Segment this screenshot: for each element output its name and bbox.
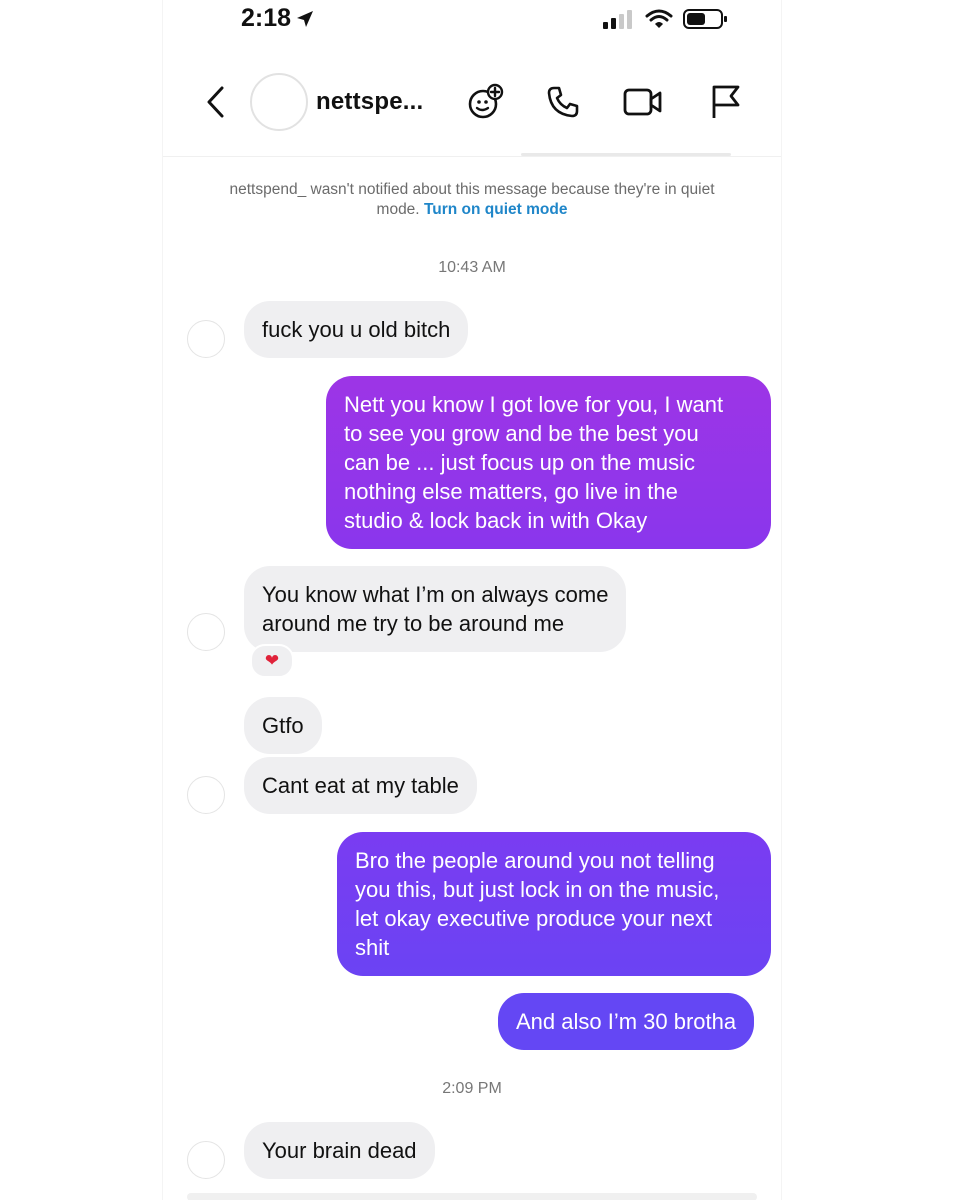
video-camera-icon <box>623 88 662 116</box>
timestamp: 10:43 AM <box>438 259 506 276</box>
wifi-icon <box>645 9 673 28</box>
status-time-text: 2:18 <box>241 4 292 32</box>
video-call-button[interactable] <box>623 82 663 122</box>
heart-reaction[interactable]: ❤ <box>250 644 294 678</box>
contact-avatar[interactable] <box>250 73 308 131</box>
sender-avatar[interactable] <box>187 320 225 358</box>
sender-avatar[interactable] <box>187 1141 225 1179</box>
chat-screen: 2:18 nettspe... nettspend_ wasn't notifi… <box>163 0 781 1200</box>
heart-icon: ❤ <box>264 651 280 670</box>
sticker-plus-icon <box>468 83 504 119</box>
call-button[interactable] <box>543 82 583 122</box>
chevron-left-icon <box>207 86 224 118</box>
chat-header: nettspe... <box>163 60 781 157</box>
received-message[interactable]: Gtfo <box>244 697 322 754</box>
received-message[interactable]: You know what I’m on always come around … <box>244 566 627 652</box>
status-time: 2:18 <box>241 4 315 33</box>
back-button[interactable] <box>201 82 229 122</box>
sent-message[interactable]: Nett you know I got love for you, I want… <box>326 376 771 549</box>
composer-edge <box>187 1193 757 1200</box>
scroll-hint <box>521 153 731 156</box>
sender-avatar[interactable] <box>187 613 225 651</box>
flag-icon <box>712 85 740 118</box>
sender-avatar[interactable] <box>187 776 225 814</box>
received-message[interactable]: Your brain dead <box>244 1122 435 1179</box>
cellular-signal-icon <box>603 10 632 29</box>
turn-on-quiet-mode-link[interactable]: Turn on quiet mode <box>424 201 568 218</box>
battery-icon <box>683 9 727 29</box>
sent-message[interactable]: And also I’m 30 brotha <box>498 993 755 1050</box>
received-message[interactable]: fuck you u old bitch <box>244 301 469 358</box>
quiet-mode-notice: nettspend_ wasn't notified about this me… <box>223 180 721 220</box>
phone-icon <box>547 86 579 118</box>
status-indicators <box>603 8 729 30</box>
effects-button[interactable] <box>465 82 505 122</box>
contact-username[interactable]: nettspe... <box>316 88 423 116</box>
sent-message[interactable]: Bro the people around you not telling yo… <box>337 832 771 976</box>
report-button[interactable] <box>706 82 746 122</box>
location-arrow-icon <box>297 10 314 27</box>
timestamp: 2:09 PM <box>442 1080 502 1097</box>
received-message[interactable]: Cant eat at my table <box>244 757 477 814</box>
